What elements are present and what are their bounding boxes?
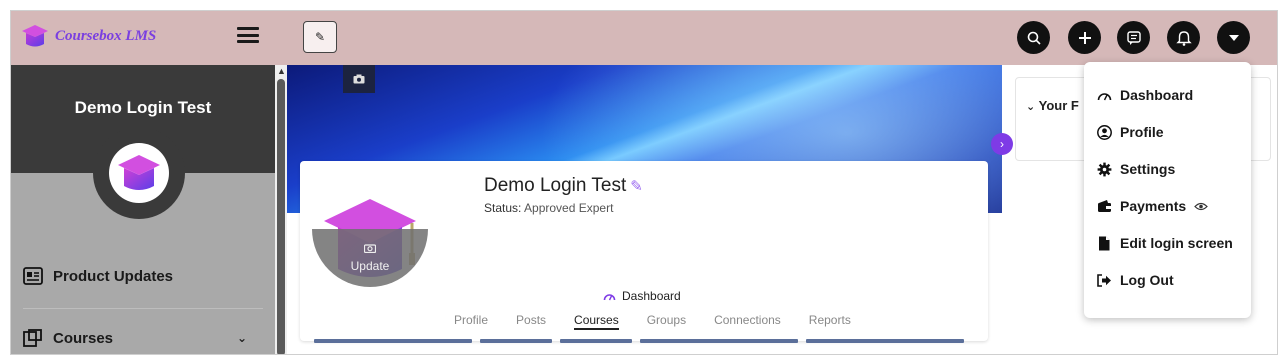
sidebar-item-label: Product Updates xyxy=(53,267,174,285)
user-dropdown-menu: Dashboard Profile Settings Payments Edit… xyxy=(1084,62,1251,318)
search-icon xyxy=(1027,31,1041,45)
user-circle-icon xyxy=(1096,124,1112,140)
menu-item-edit-login-screen[interactable]: Edit login screen xyxy=(1096,235,1233,251)
sidebar-user-name: Demo Login Test xyxy=(74,98,212,117)
menu-item-label: Profile xyxy=(1120,124,1164,140)
newspaper-icon xyxy=(23,267,43,285)
tab-connections[interactable]: Connections xyxy=(714,313,781,330)
tab-courses[interactable]: Courses xyxy=(574,313,619,330)
messages-button[interactable] xyxy=(1117,21,1150,54)
menu-item-label: Payments xyxy=(1120,198,1187,214)
file-icon xyxy=(1096,235,1112,251)
menu-item-label: Settings xyxy=(1120,161,1176,177)
sidebar: Demo Login Test Product Updates Courses … xyxy=(11,65,275,354)
update-label: Update xyxy=(350,259,390,273)
camera-icon xyxy=(353,74,365,84)
sidebar-item-product-updates[interactable]: Product Updates xyxy=(23,267,173,285)
graduation-cap-icon xyxy=(22,25,48,47)
gear-icon xyxy=(1096,161,1112,177)
chevron-down-icon: ⌄ xyxy=(237,331,248,345)
menu-item-log-out[interactable]: Log Out xyxy=(1096,272,1174,288)
gauge-icon xyxy=(603,294,616,301)
profile-name-row: Demo Login Test ✎ xyxy=(484,175,643,197)
sidebar-item-label: Courses xyxy=(53,329,114,347)
tab-posts[interactable]: Posts xyxy=(516,313,546,330)
edit-page-button[interactable]: ✎ xyxy=(303,21,337,53)
tab-groups[interactable]: Groups xyxy=(647,313,686,330)
avatar[interactable] xyxy=(109,143,169,203)
page-title: Demo Login Test xyxy=(484,175,627,196)
chat-icon xyxy=(1126,30,1141,45)
profile-tabs: Profile Posts Courses Groups Connections… xyxy=(454,313,851,330)
add-button[interactable] xyxy=(1068,21,1101,54)
logout-icon xyxy=(1096,272,1112,288)
hamburger-line xyxy=(237,40,259,43)
bell-icon xyxy=(1175,30,1192,46)
eye-icon[interactable] xyxy=(1194,198,1209,214)
dashboard-link-label: Dashboard xyxy=(622,289,681,303)
pencil-icon: ✎ xyxy=(314,30,326,44)
dashboard-link[interactable]: Dashboard xyxy=(603,289,681,303)
tab-reports[interactable]: Reports xyxy=(809,313,851,330)
chevron-down-icon: ⌄ xyxy=(1026,101,1036,113)
edit-name-pencil-icon[interactable]: ✎ xyxy=(630,178,643,195)
next-button[interactable]: › xyxy=(991,133,1013,155)
plus-icon xyxy=(1078,31,1091,44)
hamburger-line xyxy=(237,33,259,37)
graduation-cap-icon xyxy=(118,155,160,190)
logo-text: Coursebox LMS xyxy=(55,27,157,44)
logo[interactable]: Coursebox LMS xyxy=(21,23,156,49)
menu-toggle-button[interactable] xyxy=(237,25,259,45)
hamburger-line xyxy=(237,27,259,30)
menu-item-settings[interactable]: Settings xyxy=(1096,161,1175,177)
chevron-right-icon: › xyxy=(1000,137,1004,151)
search-button[interactable] xyxy=(1017,21,1050,54)
course-thumbnails xyxy=(314,339,964,343)
user-menu-button[interactable] xyxy=(1217,21,1250,54)
gauge-icon xyxy=(1096,87,1112,103)
camera-icon xyxy=(364,244,376,253)
notifications-button[interactable] xyxy=(1167,21,1200,54)
top-navbar: Coursebox LMS ✎ xyxy=(11,11,1277,65)
status-label: Status: xyxy=(484,201,522,215)
sidebar-scrollbar[interactable]: ▲ xyxy=(275,65,287,354)
menu-item-profile[interactable]: Profile xyxy=(1096,124,1164,140)
course-thumbnail[interactable] xyxy=(806,339,964,343)
status-row: Status: Approved Expert xyxy=(484,201,613,215)
course-thumbnail[interactable] xyxy=(314,339,472,343)
right-panel-title[interactable]: ⌄ Your F xyxy=(1026,98,1079,113)
wallet-icon xyxy=(1096,198,1112,214)
right-panel-title-text: Your F xyxy=(1038,98,1079,113)
profile-card: Update Demo Login Test ✎ Status: Approved… xyxy=(300,161,988,343)
course-thumbnail[interactable] xyxy=(640,339,798,343)
divider xyxy=(23,308,263,309)
menu-item-payments[interactable]: Payments xyxy=(1096,198,1209,214)
change-cover-button[interactable] xyxy=(343,65,375,93)
menu-item-label: Edit login screen xyxy=(1120,235,1233,251)
menu-item-dashboard[interactable]: Dashboard xyxy=(1096,87,1193,103)
tab-profile[interactable]: Profile xyxy=(454,313,488,330)
chevron-down-icon xyxy=(1228,34,1239,41)
scroll-up-icon[interactable]: ▲ xyxy=(277,66,286,76)
sidebar-item-courses[interactable]: Courses ⌄ xyxy=(23,329,247,347)
course-thumbnail[interactable] xyxy=(480,339,552,343)
menu-item-label: Log Out xyxy=(1120,272,1174,288)
courses-icon xyxy=(23,329,42,347)
scroll-thumb[interactable] xyxy=(277,79,285,354)
menu-item-label: Dashboard xyxy=(1120,87,1194,103)
course-thumbnail[interactable] xyxy=(560,339,632,343)
status-value: Approved Expert xyxy=(524,201,614,215)
app-window: Coursebox LMS ✎ Demo Login Test Product … xyxy=(10,10,1278,355)
